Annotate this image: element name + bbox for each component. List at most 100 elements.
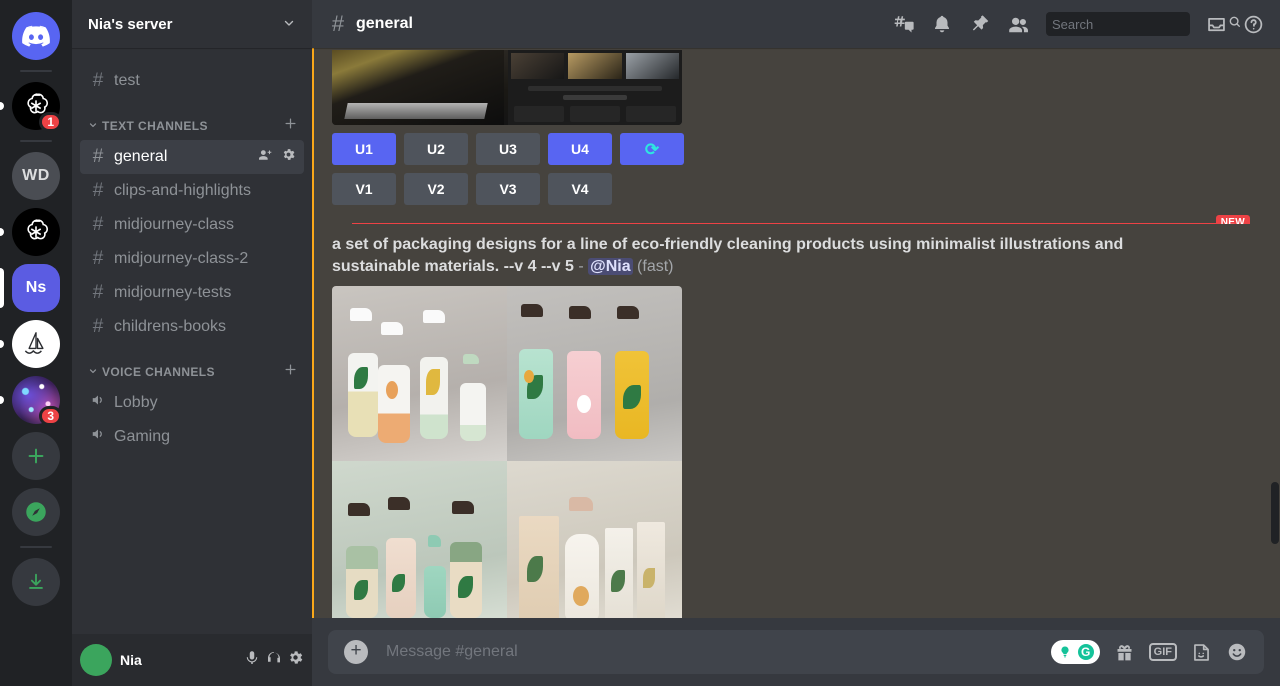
message-composer[interactable]: + G GIF — [328, 630, 1264, 674]
variation-v2-button[interactable]: V2 — [404, 173, 468, 205]
sidebar-item-general[interactable]: # general — [80, 140, 304, 174]
sidebar-item-childrens-books[interactable]: # childrens-books — [80, 310, 304, 344]
upscale-u2-button[interactable]: U2 — [404, 133, 468, 165]
rail-divider — [20, 140, 52, 142]
upscale-u1-button[interactable]: U1 — [332, 133, 396, 165]
server-icon-wd[interactable]: WD — [12, 152, 60, 200]
message-list: U1 U2 U3 U4 ⟳ V1 V2 V3 V4 NEW — [312, 48, 1280, 618]
user-panel[interactable]: Nia — [72, 634, 312, 686]
member-list-icon[interactable] — [1007, 13, 1030, 36]
sidebar-item-test[interactable]: # test — [80, 64, 304, 98]
user-mention[interactable]: @Nia — [588, 258, 633, 275]
grammarly-g-icon: G — [1078, 644, 1094, 660]
deafen-headphones-icon[interactable] — [265, 649, 283, 672]
help-icon[interactable] — [1243, 14, 1264, 35]
channel-label: Lobby — [114, 394, 296, 412]
download-apps-button[interactable] — [12, 558, 60, 606]
server-icon-chatgpt-1[interactable]: 1 — [12, 82, 60, 130]
server-icon-chatgpt-2[interactable] — [12, 208, 60, 256]
variation-v4-button[interactable]: V4 — [548, 173, 612, 205]
channel-label: general — [114, 148, 251, 166]
grammarly-widget[interactable]: G — [1051, 640, 1100, 664]
emoji-icon[interactable] — [1226, 641, 1248, 663]
explore-servers-button[interactable] — [12, 488, 60, 536]
sidebar-item-gaming[interactable]: Gaming — [80, 420, 304, 454]
sidebar-item-lobby[interactable]: Lobby — [80, 386, 304, 420]
threads-icon[interactable] — [893, 13, 915, 35]
mute-microphone-icon[interactable] — [243, 649, 261, 672]
sidebar-item-midjourney-class-2[interactable]: # midjourney-class-2 — [80, 242, 304, 276]
channel-label: midjourney-class — [114, 216, 296, 234]
add-server-button[interactable] — [12, 432, 60, 480]
unread-pill — [0, 340, 4, 348]
category-label: TEXT CHANNELS — [102, 119, 208, 133]
unread-pill — [0, 396, 4, 404]
search-box[interactable] — [1046, 12, 1190, 36]
category-label: VOICE CHANNELS — [102, 365, 215, 379]
reroll-refresh-button[interactable]: ⟳ — [620, 133, 684, 165]
channel-topbar: # general — [312, 0, 1280, 48]
active-server-pill — [0, 268, 4, 308]
sidebar-item-clips-and-highlights[interactable]: # clips-and-highlights — [80, 174, 304, 208]
channel-sidebar: Nia's server # test TEXT CHANNELS — [72, 0, 312, 686]
message-input[interactable] — [386, 643, 1043, 661]
upscale-button-row-previous: U1 U2 U3 U4 ⟳ — [332, 125, 1264, 165]
lightbulb-icon — [1057, 644, 1073, 660]
rail-divider — [20, 546, 52, 548]
variation-v1-button[interactable]: V1 — [332, 173, 396, 205]
hash-icon: # — [328, 11, 348, 37]
add-voice-channel-button[interactable] — [283, 362, 304, 382]
grid-image-4[interactable] — [507, 461, 682, 618]
channel-settings-gear-icon[interactable] — [281, 147, 296, 167]
channel-label: midjourney-class-2 — [114, 250, 296, 268]
search-input[interactable] — [1052, 17, 1228, 32]
channel-label: childrens-books — [114, 318, 296, 336]
user-name: Nia — [120, 652, 142, 668]
upscale-u3-button[interactable]: U3 — [476, 133, 540, 165]
server-icon-midjourney[interactable] — [12, 320, 60, 368]
notifications-bell-icon[interactable] — [931, 13, 953, 35]
text-avatar-icon: Ns — [12, 264, 60, 312]
hash-icon: # — [88, 316, 108, 338]
server-icon-nias-server[interactable]: Ns — [12, 264, 60, 312]
user-settings-gear-icon[interactable] — [287, 649, 304, 672]
attach-file-button[interactable]: + — [344, 640, 368, 664]
page-title: general — [356, 15, 413, 33]
prompt-body: a set of packaging designs for a line of… — [332, 236, 1123, 275]
inbox-icon[interactable] — [1206, 14, 1227, 35]
search-icon — [1228, 15, 1242, 34]
grid-image-3[interactable] — [332, 461, 507, 618]
scrollbar-thumb[interactable] — [1271, 482, 1279, 544]
category-text-channels[interactable]: TEXT CHANNELS — [72, 98, 312, 140]
hash-icon: # — [88, 70, 108, 92]
hash-icon: # — [88, 146, 108, 168]
create-invite-icon[interactable] — [257, 147, 273, 168]
add-channel-button[interactable] — [283, 116, 304, 136]
grid-image-1[interactable] — [332, 286, 507, 461]
download-icon — [12, 558, 60, 606]
server-icon-nebula[interactable]: 3 — [12, 376, 60, 424]
gif-icon[interactable]: GIF — [1149, 643, 1177, 661]
generated-image-grid[interactable] — [332, 286, 682, 618]
hash-icon: # — [88, 248, 108, 270]
generated-image-previous[interactable] — [332, 50, 682, 125]
discord-logo-icon — [12, 12, 60, 60]
main-content: # general — [312, 0, 1280, 686]
sidebar-item-midjourney-class[interactable]: # midjourney-class — [80, 208, 304, 242]
message-scrollbar[interactable] — [1271, 96, 1279, 550]
grid-image-2[interactable] — [507, 286, 682, 461]
discord-app: 1 WD Ns 3 — [0, 0, 1280, 686]
message-current: a set of packaging designs for a line of… — [312, 224, 1280, 618]
channel-label: clips-and-highlights — [114, 182, 296, 200]
pinned-messages-icon[interactable] — [969, 13, 991, 35]
sticker-icon[interactable] — [1191, 642, 1212, 663]
sidebar-item-midjourney-tests[interactable]: # midjourney-tests — [80, 276, 304, 310]
caret-down-icon — [88, 120, 98, 132]
category-voice-channels[interactable]: VOICE CHANNELS — [72, 344, 312, 386]
server-icon-discord-home[interactable] — [12, 12, 60, 60]
avatar[interactable] — [80, 644, 112, 676]
gift-icon[interactable] — [1114, 642, 1135, 663]
upscale-u4-button[interactable]: U4 — [548, 133, 612, 165]
variation-v3-button[interactable]: V3 — [476, 173, 540, 205]
server-header-dropdown[interactable]: Nia's server — [72, 0, 312, 48]
